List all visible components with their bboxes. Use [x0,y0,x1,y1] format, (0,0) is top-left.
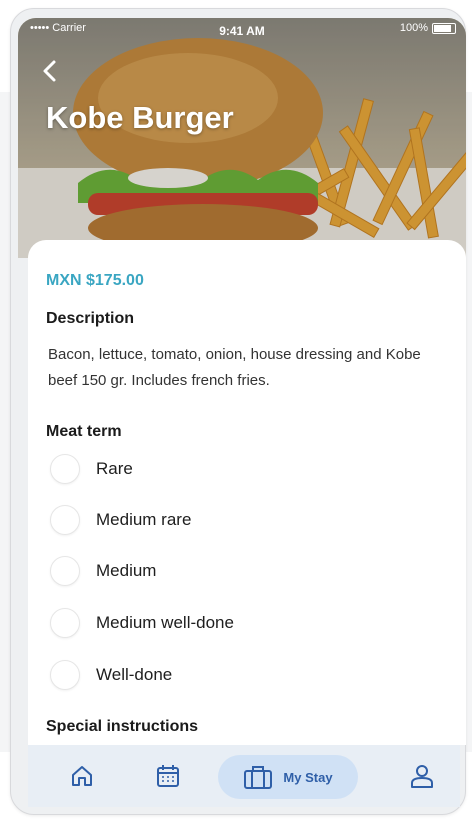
meat-term-option-rare[interactable]: Rare [50,452,133,486]
status-battery: 100% [400,22,456,34]
status-time: 9:41 AM [219,24,265,38]
option-label: Medium well-done [96,613,234,632]
suitcase-icon [244,766,273,789]
special-instructions-label: Special instructions [46,718,199,735]
radio-button[interactable] [50,608,80,638]
radio-button[interactable] [50,660,80,690]
battery-icon [432,22,456,34]
user-icon [411,765,433,788]
meat-term-option-well-done[interactable]: Well-done [50,658,172,692]
bottom-nav: My Stay [28,745,460,807]
radio-button[interactable] [50,556,80,586]
description-text: Bacon, lettuce, tomato, onion, house dre… [48,346,421,389]
option-label: Rare [96,459,133,478]
nav-calendar[interactable] [146,745,190,807]
radio-button[interactable] [50,505,80,535]
nav-profile[interactable] [400,745,444,807]
meat-term-option-medium[interactable]: Medium [50,554,156,588]
nav-my-stay[interactable]: My Stay [218,755,358,799]
radio-button[interactable] [50,454,80,484]
page-title: Kobe Burger [46,100,234,135]
status-bar: ••••• Carrier 9:41 AM 100% [18,18,466,40]
meat-term-option-medium-rare[interactable]: Medium rare [50,503,191,537]
home-icon [72,766,92,786]
hero-image: ••••• Carrier 9:41 AM 100% Kobe Burger [18,18,466,258]
meat-term-label: Meat term [46,423,122,440]
nav-home[interactable] [60,745,104,807]
chevron-left-icon [43,60,56,82]
battery-percent: 100% [399,22,428,34]
item-price: MXN $175.00 [46,272,144,289]
back-button[interactable] [40,58,64,86]
item-detail-card: MXN $175.00 Description Bacon, lettuce, … [28,240,466,745]
option-label: Well-done [96,665,173,684]
option-label: Medium rare [96,510,192,529]
nav-my-stay-label: My Stay [283,769,333,785]
burger-photo [18,18,466,258]
meat-term-option-medium-well-done[interactable]: Medium well-done [50,606,234,640]
calendar-icon [157,765,179,787]
option-label: Medium [96,561,157,580]
description-label: Description [46,310,135,327]
